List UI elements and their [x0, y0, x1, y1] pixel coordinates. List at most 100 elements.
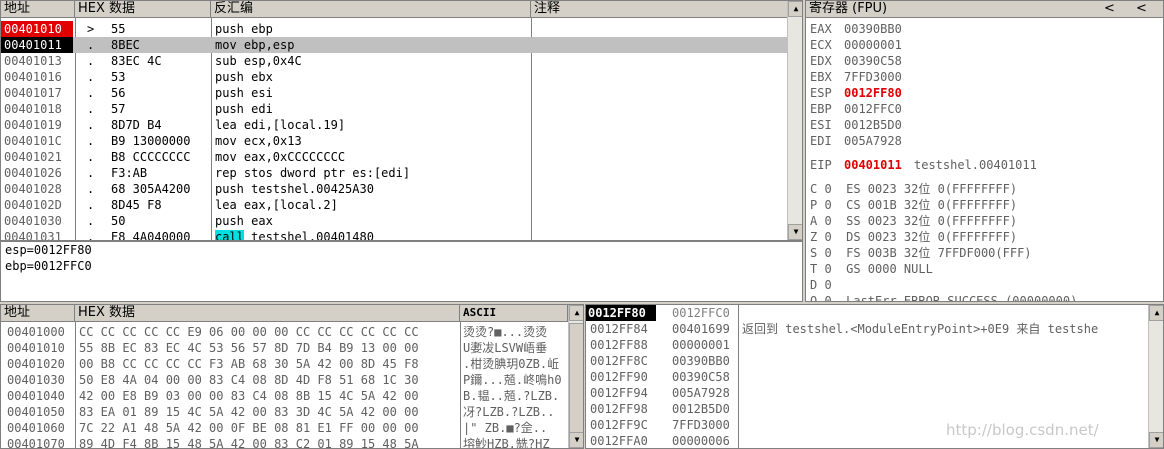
stack-address[interactable]: 0012FF8C — [590, 353, 660, 369]
dump-ascii[interactable]: B.韫..兡.?LZB. — [463, 388, 567, 404]
disasm-row[interactable]: 00401013. 83EC 4C sub esp,0x4C — [1, 53, 787, 69]
disasm-row[interactable]: 00401019. 8D7D B4 lea edi,[local.19] — [1, 117, 787, 133]
col-header-hex[interactable]: HEX 数据 — [75, 1, 211, 18]
flag-row[interactable]: P 0 CS 001B 32位 0(FFFFFFFF) — [810, 197, 1160, 213]
stack-address[interactable]: 0012FF9C — [590, 417, 660, 433]
flag-row[interactable]: C 0 ES 0023 32位 0(FFFFFFFF) — [810, 181, 1160, 197]
disasm-address[interactable]: 00401021 — [1, 149, 73, 165]
stack-value[interactable]: 00000001 — [672, 337, 738, 353]
register-row[interactable]: EAX 00390BB0 — [810, 21, 1160, 37]
disasm-row[interactable]: 00401028. 68 305A4200 push testshel.00425A… — [1, 181, 787, 197]
flag-row[interactable]: D 0 — [810, 277, 1160, 293]
register-row[interactable]: EDI 005A7928 — [810, 133, 1160, 149]
stack-scrollbar[interactable]: ▲ ▼ — [1148, 305, 1163, 448]
register-row-eip[interactable]: EIP 00401011 testshel.00401011 — [810, 157, 1160, 173]
dump-hex[interactable]: 7C 22 A1 48 5A 42 00 0F BE 08 81 E1 FF 0… — [79, 420, 459, 436]
disasm-row[interactable]: 00401026. F3:AB rep stos dword ptr es:[edi… — [1, 165, 787, 181]
scroll-down-arrow-icon[interactable]: ▼ — [1149, 432, 1163, 448]
disasm-address[interactable]: 00401028 — [1, 181, 73, 197]
disasm-row[interactable]: 00401010 >55 push ebp — [1, 21, 787, 37]
disasm-address[interactable]: 00401017 — [1, 85, 73, 101]
dump-ascii[interactable]: P鑈...兡.峂鳴h0 — [463, 372, 567, 388]
disasm-row[interactable]: 00401021. B8 CCCCCCCC mov eax,0xCCCCCCCC — [1, 149, 787, 165]
dump-row[interactable]: 00401060 7C 22 A1 48 5A 42 00 0F BE 08 81… — [1, 420, 568, 436]
disasm-address[interactable]: 00401010 — [1, 21, 73, 37]
disasm-row[interactable]: 0040101C. B9 13000000 mov ecx,0x13 — [1, 133, 787, 149]
disasm-row[interactable]: 00401011. 8BEC mov ebp,esp — [1, 37, 787, 53]
stack-value[interactable]: 005A7928 — [672, 385, 738, 401]
registers-title[interactable]: 寄存器 (FPU) < < — [806, 1, 1163, 18]
stack-row[interactable]: 0012FF98 0012B5D0 — [586, 401, 1149, 417]
dump-address[interactable]: 00401070 — [7, 436, 73, 448]
disasm-address[interactable]: 00401013 — [1, 53, 73, 69]
register-value[interactable]: 00000001 — [844, 37, 934, 53]
disasm-row[interactable]: 00401018. 57 push edi — [1, 101, 787, 117]
flag-row[interactable]: Z 0 DS 0023 32位 0(FFFFFFFF) — [810, 229, 1160, 245]
stack-address[interactable]: 0012FF94 — [590, 385, 660, 401]
dump-ascii[interactable]: 冴?LZB.?LZB.. — [463, 404, 567, 420]
scroll-up-arrow-icon[interactable]: ▲ — [788, 1, 802, 17]
disasm-address[interactable]: 0040102D — [1, 197, 73, 213]
registers-next-button[interactable]: < — [1136, 1, 1147, 17]
scroll-up-arrow-icon[interactable]: ▲ — [569, 305, 583, 321]
disasm-address[interactable]: 00401026 — [1, 165, 73, 181]
dump-hex[interactable]: 00 B8 CC CC CC CC F3 AB 68 30 5A 42 00 8… — [79, 356, 459, 372]
stack-row[interactable]: 0012FF8C 00390BB0 — [586, 353, 1149, 369]
dump-ascii[interactable]: .柑烫腆玥0ZB.岴 — [463, 356, 567, 372]
register-value[interactable]: 0012FF80 — [844, 85, 934, 101]
stack-row[interactable]: 0012FF90 00390C58 — [586, 369, 1149, 385]
dump-hex[interactable]: 55 8B EC 83 EC 4C 53 56 57 8D 7D B4 B9 1… — [79, 340, 459, 356]
stack-pane[interactable]: 0012FF80 0012FFC0 0012FF84 00401699 返回到 te… — [585, 304, 1164, 449]
flag-row[interactable]: A 0 SS 0023 32位 0(FFFFFFFF) — [810, 213, 1160, 229]
dump-hex[interactable]: 89 4D F4 8B 15 48 5A 42 00 83 C2 01 89 1… — [79, 436, 459, 448]
disasm-row[interactable]: 00401016. 53 push ebx — [1, 69, 787, 85]
dump-address[interactable]: 00401050 — [7, 404, 73, 420]
stack-address[interactable]: 0012FF98 — [590, 401, 660, 417]
dump-header-address[interactable]: 地址 — [1, 305, 75, 322]
dump-row[interactable]: 00401010 55 8B EC 83 EC 4C 53 56 57 8D 7D… — [1, 340, 568, 356]
registers-prev-button[interactable]: < — [1104, 1, 1115, 17]
dump-address[interactable]: 00401060 — [7, 420, 73, 436]
register-row[interactable]: ESI 0012B5D0 — [810, 117, 1160, 133]
stack-address[interactable]: 0012FFA0 — [590, 433, 660, 448]
flag-row[interactable]: T 0 GS 0000 NULL — [810, 261, 1160, 277]
disasm-row[interactable]: 00401030. 50 push eax — [1, 213, 787, 229]
disasm-address[interactable]: 00401018 — [1, 101, 73, 117]
dump-ascii[interactable]: 塎魦HZB.兟?HZ — [463, 436, 567, 448]
stack-value[interactable]: 00390C58 — [672, 369, 738, 385]
disasm-address[interactable]: 00401016 — [1, 69, 73, 85]
stack-row[interactable]: 0012FF94 005A7928 — [586, 385, 1149, 401]
disasm-row[interactable]: 0040102D. 8D45 F8 lea eax,[local.2] — [1, 197, 787, 213]
stack-value[interactable]: 0012B5D0 — [672, 401, 738, 417]
register-value[interactable]: 0012B5D0 — [844, 117, 934, 133]
dump-hex[interactable]: CC CC CC CC CC E9 06 00 00 00 CC CC CC C… — [79, 324, 459, 340]
disasm-row[interactable]: 00401031. E8 4A040000 call testshel.004014… — [1, 229, 787, 240]
dump-address[interactable]: 00401020 — [7, 356, 73, 372]
stack-row[interactable]: 0012FF88 00000001 — [586, 337, 1149, 353]
col-header-address[interactable]: 地址 — [1, 1, 75, 18]
dump-scrollbar[interactable]: ▲ ▼ — [568, 305, 583, 448]
register-row[interactable]: EBX 7FFD3000 — [810, 69, 1160, 85]
register-value[interactable]: 00390C58 — [844, 53, 934, 69]
dump-address[interactable]: 00401000 — [7, 324, 73, 340]
stack-address[interactable]: 0012FF84 — [590, 321, 660, 337]
stack-row[interactable]: 0012FF84 00401699 返回到 testshel.<ModuleEntr… — [586, 321, 1149, 337]
disasm-address[interactable]: 00401031 — [1, 229, 73, 240]
scroll-down-arrow-icon[interactable]: ▼ — [569, 432, 583, 448]
dump-row[interactable]: 00401070 89 4D F4 8B 15 48 5A 42 00 83 C2… — [1, 436, 568, 448]
disasm-address[interactable]: 00401011 — [1, 37, 73, 53]
disasm-row[interactable]: 00401017. 56 push esi — [1, 85, 787, 101]
dump-pane[interactable]: 地址 HEX 数据 ASCII 00401000 CC CC CC CC CC E… — [0, 304, 584, 449]
scroll-up-arrow-icon[interactable]: ▲ — [1149, 305, 1163, 321]
register-value[interactable]: 7FFD3000 — [844, 69, 934, 85]
register-row[interactable]: EDX 00390C58 — [810, 53, 1160, 69]
dump-ascii[interactable]: U嬱冹LSVW峿垂 — [463, 340, 567, 356]
register-value[interactable]: 005A7928 — [844, 133, 934, 149]
disasm-address[interactable]: 00401019 — [1, 117, 73, 133]
register-row[interactable]: EBP 0012FFC0 — [810, 101, 1160, 117]
dump-hex[interactable]: 42 00 E8 B9 03 00 00 83 C4 08 8B 15 4C 5… — [79, 388, 459, 404]
dump-header-hex[interactable]: HEX 数据 — [75, 305, 460, 322]
stack-address[interactable]: 0012FF90 — [590, 369, 660, 385]
dump-header-ascii[interactable]: ASCII — [460, 305, 568, 322]
scroll-down-arrow-icon[interactable]: ▼ — [788, 224, 802, 240]
